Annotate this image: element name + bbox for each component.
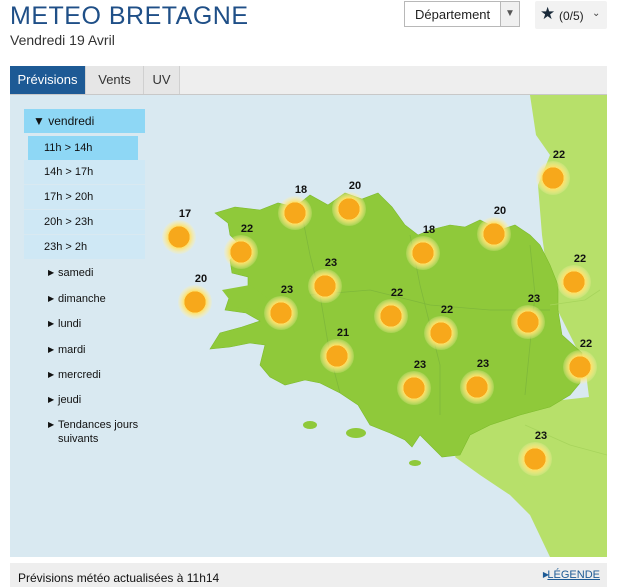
day-link-lundi[interactable]: ▶ lundi xyxy=(48,317,158,331)
day-link-label: jeudi xyxy=(58,394,82,406)
triangle-down-icon: ▼ xyxy=(33,114,45,128)
day-link-mardi[interactable]: ▶ mardi xyxy=(48,343,158,357)
legend-link[interactable]: LÉGENDE xyxy=(547,569,600,581)
temperature-label: 20 xyxy=(195,273,207,285)
chevron-down-icon: ⌄ xyxy=(592,8,601,19)
temperature-label: 23 xyxy=(535,430,547,442)
sun-icon xyxy=(332,192,366,226)
sun-icon xyxy=(536,161,570,195)
sun-icon xyxy=(518,442,552,476)
time-slot-4[interactable]: 20h > 23h xyxy=(24,210,145,234)
forecast-marker[interactable]: 20 xyxy=(477,205,511,251)
island xyxy=(346,428,366,438)
sun-icon xyxy=(374,299,408,333)
tab-bar: Prévisions Vents UV xyxy=(10,66,607,95)
forecast-marker[interactable]: 18 xyxy=(278,184,312,230)
day-link-label: lundi xyxy=(58,318,82,330)
temperature-label: 22 xyxy=(391,287,403,299)
sun-icon xyxy=(397,371,431,405)
temperature-label: 22 xyxy=(580,338,592,350)
day-link-mercredi[interactable]: ▶ mercredi xyxy=(48,368,158,382)
temperature-label: 21 xyxy=(337,327,349,339)
island xyxy=(303,421,317,429)
forecast-marker[interactable]: 20 xyxy=(178,273,212,319)
forecast-marker[interactable]: 20 xyxy=(332,180,366,226)
tab-uv[interactable]: UV xyxy=(144,66,180,94)
footer-bar: Prévisions météo actualisées à 11h14 ▶ L… xyxy=(10,563,607,587)
temperature-label: 22 xyxy=(441,304,453,316)
star-icon: ★ xyxy=(540,4,556,23)
temperature-label: 23 xyxy=(414,359,426,371)
temperature-label: 17 xyxy=(179,208,191,220)
day-link-label: samedi xyxy=(58,267,94,279)
day-link-label: mercredi xyxy=(58,369,101,381)
forecast-marker[interactable]: 17 xyxy=(162,208,196,254)
time-slot-2[interactable]: 14h > 17h xyxy=(24,160,145,184)
triangle-right-icon: ▶ xyxy=(48,420,55,429)
temperature-label: 23 xyxy=(281,284,293,296)
chevron-down-icon: ▼ xyxy=(500,2,519,26)
temperature-label: 23 xyxy=(477,358,489,370)
sun-icon xyxy=(563,350,597,384)
triangle-right-icon: ▶ xyxy=(48,294,55,303)
triangle-right-icon: ▶ xyxy=(48,395,55,404)
sun-icon xyxy=(406,236,440,270)
department-select[interactable]: Département ▼ xyxy=(404,1,520,27)
temperature-label: 22 xyxy=(241,223,253,235)
sun-icon xyxy=(557,265,591,299)
page-title: METEO BRETAGNE xyxy=(10,2,249,30)
time-slot-5[interactable]: 23h > 2h xyxy=(24,235,145,259)
day-link-label: Tendances jours suivants xyxy=(58,419,139,445)
triangle-right-icon: ▶ xyxy=(48,345,55,354)
temperature-label: 22 xyxy=(574,253,586,265)
sun-icon xyxy=(460,370,494,404)
temperature-label: 22 xyxy=(553,149,565,161)
favorites-count: (0/5) xyxy=(559,9,584,23)
day-link-label: dimanche xyxy=(58,293,106,305)
day-link-tendances[interactable]: ▶ Tendances jours suivants xyxy=(48,418,158,446)
sun-icon xyxy=(320,339,354,373)
day-link-samedi[interactable]: ▶ samedi xyxy=(48,266,158,280)
temperature-label: 23 xyxy=(528,293,540,305)
sun-icon xyxy=(424,316,458,350)
sun-icon xyxy=(477,217,511,251)
favorites-button[interactable]: ★ (0/5) ⌄ xyxy=(535,1,607,29)
sun-icon xyxy=(224,235,258,269)
triangle-right-icon: ▶ xyxy=(48,268,55,277)
sun-icon xyxy=(178,285,212,319)
triangle-right-icon: ▶ xyxy=(48,319,55,328)
temperature-label: 23 xyxy=(325,257,337,269)
temperature-label: 20 xyxy=(349,180,361,192)
temperature-label: 18 xyxy=(295,184,307,196)
sun-icon xyxy=(264,296,298,330)
triangle-right-icon: ▶ xyxy=(48,370,55,379)
page-date: Vendredi 19 Avril xyxy=(10,32,115,48)
day-link-jeudi[interactable]: ▶ jeudi xyxy=(48,393,158,407)
temperature-label: 18 xyxy=(423,224,435,236)
day-current-label: vendredi xyxy=(48,114,95,128)
tab-vents[interactable]: Vents xyxy=(86,66,144,94)
time-slot-1[interactable]: 11h > 14h xyxy=(28,136,138,160)
time-slot-3[interactable]: 17h > 20h xyxy=(24,185,145,209)
department-select-label: Département xyxy=(415,7,491,22)
tab-previsions[interactable]: Prévisions xyxy=(10,66,86,94)
sun-icon xyxy=(511,305,545,339)
island xyxy=(409,460,421,466)
sun-icon xyxy=(308,269,342,303)
forecast-marker[interactable]: 22 xyxy=(536,149,570,195)
day-link-label: mardi xyxy=(58,344,86,356)
day-link-dimanche[interactable]: ▶ dimanche xyxy=(48,292,158,306)
sun-icon xyxy=(162,220,196,254)
sun-icon xyxy=(278,196,312,230)
day-current-header[interactable]: ▼ vendredi xyxy=(24,109,145,133)
temperature-label: 20 xyxy=(494,205,506,217)
update-status: Prévisions météo actualisées à 11h14 xyxy=(18,571,220,585)
